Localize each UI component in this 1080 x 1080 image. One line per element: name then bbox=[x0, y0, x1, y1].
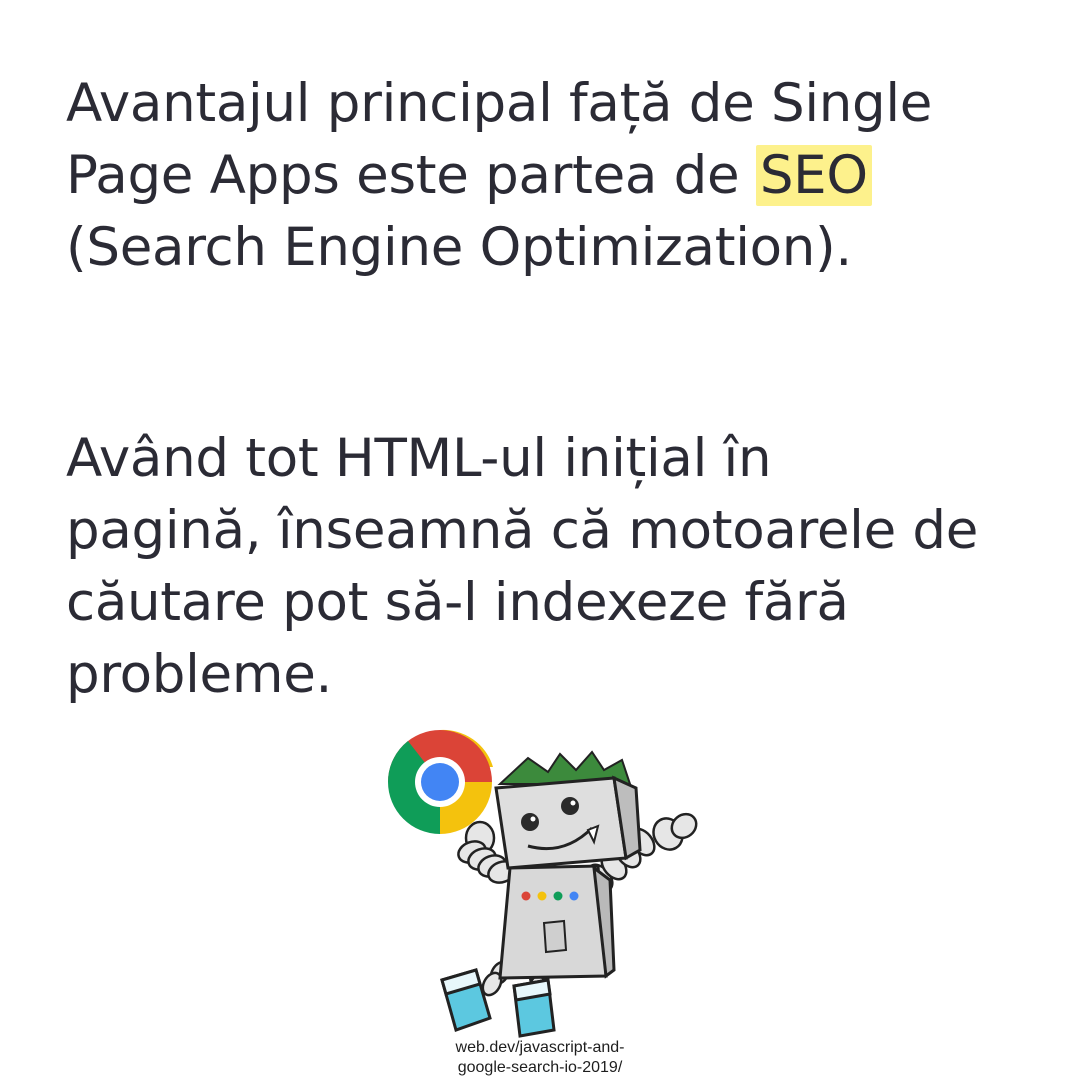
seo-highlight: SEO bbox=[755, 145, 872, 206]
paragraph1-line2-text: Page Apps este partea de bbox=[66, 145, 756, 206]
paragraph1-line2: Page Apps este partea de SEO bbox=[66, 140, 932, 212]
caption-line2: google-search-io-2019/ bbox=[457, 1059, 623, 1076]
paragraph-seo-advantage: Avantajul principal față de Single Page … bbox=[66, 68, 932, 284]
paragraph1-line1: Avantajul principal față de Single bbox=[66, 73, 933, 134]
source-caption: web.dev/javascript-and- google-search-io… bbox=[390, 1038, 690, 1078]
paragraph-indexing: Având tot HTML-ul inițial în pagină, îns… bbox=[66, 423, 978, 711]
robot-head bbox=[494, 750, 642, 870]
robot-body bbox=[498, 864, 616, 980]
googlebot-mascot-icon bbox=[388, 729, 698, 1038]
paragraph2-line4: probleme. bbox=[66, 644, 333, 705]
caption-line1: web.dev/javascript-and- bbox=[455, 1039, 625, 1056]
paragraph2-line1: Având tot HTML-ul inițial în bbox=[66, 428, 772, 489]
paragraph2-line3: căutare pot să-l indexeze fără bbox=[66, 572, 849, 633]
paragraph1-line3: (Search Engine Optimization). bbox=[66, 217, 852, 278]
paragraph2-line2: pagină, înseamnă că motoarele de bbox=[66, 500, 979, 561]
chrome-logo-icon bbox=[388, 729, 493, 834]
